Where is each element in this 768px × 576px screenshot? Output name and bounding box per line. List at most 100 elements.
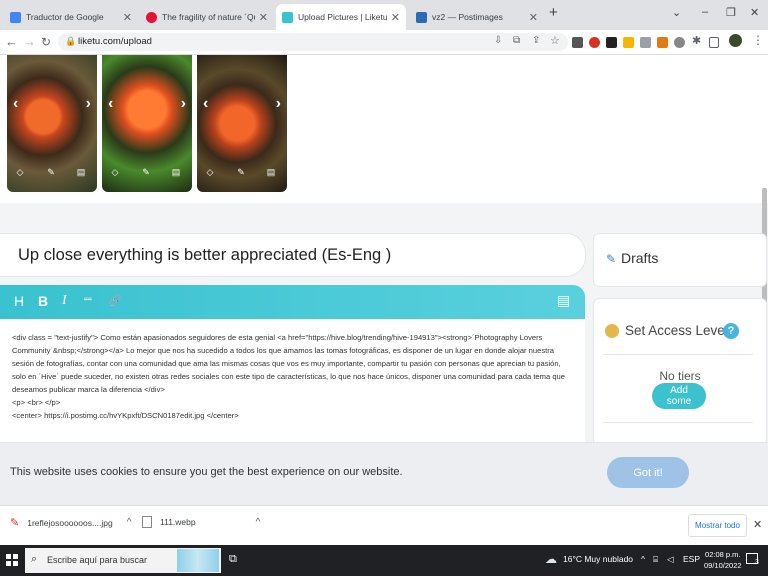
caption-icon[interactable]: ▤ <box>75 166 87 178</box>
drafts-panel[interactable]: ✎ Drafts <box>593 233 767 287</box>
body-line: <center> https://i.postimg.cc/hvYKpxft/D… <box>12 411 239 420</box>
task-view-icon[interactable]: ⧉ <box>229 553 237 566</box>
tab-liketu-upload[interactable]: Upload Pictures | Liketu ✕ <box>276 4 406 30</box>
chevron-up-icon[interactable]: ^ <box>256 517 261 528</box>
post-title-text: Up close everything is better appreciate… <box>18 246 392 264</box>
drafts-label: Drafts <box>621 250 659 266</box>
url-text: liketu.com/upload <box>78 36 152 47</box>
cookie-accept-button[interactable]: Got it! <box>607 457 689 488</box>
chevron-right-icon[interactable]: › <box>276 95 281 113</box>
edit-icon[interactable]: ✎ <box>140 166 152 178</box>
reload-icon[interactable]: ↻ <box>41 34 51 50</box>
edit-icon[interactable]: ✎ <box>235 166 247 178</box>
close-tab-icon[interactable]: ✕ <box>259 11 268 24</box>
close-tab-icon[interactable]: ✕ <box>391 11 400 24</box>
close-tab-icon[interactable]: ✕ <box>529 11 538 24</box>
extension-icon[interactable] <box>640 37 651 48</box>
no-tiers-text: No tiers <box>659 369 701 383</box>
profile-avatar[interactable] <box>729 34 742 47</box>
download-filename: 111.webp <box>160 517 196 527</box>
clock[interactable]: 02:08 p.m. 09/10/2022 <box>704 549 742 571</box>
extension-icon[interactable] <box>572 37 583 48</box>
page-content: ‹ › ◇ ✎ ▤ ‹ › ◇ ✎ ▤ ‹ › ◇ ✎ ▤ Up close e… <box>0 55 768 505</box>
forward-arrow-icon[interactable]: → <box>23 34 36 50</box>
image-file-icon: ✎ <box>10 517 20 529</box>
taskbar-search[interactable]: ⌕ Escribe aquí para buscar <box>25 548 221 573</box>
chevron-right-icon[interactable]: › <box>181 95 186 113</box>
install-icon[interactable]: ⇩ <box>494 35 502 46</box>
notification-count: 3 <box>755 559 759 566</box>
metamask-icon[interactable] <box>657 37 668 48</box>
chevron-right-icon[interactable]: › <box>86 95 91 113</box>
edit-icon[interactable]: ✎ <box>45 166 57 178</box>
chevron-left-icon[interactable]: ‹ <box>13 95 18 113</box>
tag-icon[interactable]: ◇ <box>109 166 121 178</box>
tab-hive-post[interactable]: The fragility of nature ´Quator´ ✕ <box>140 4 274 30</box>
tray-chevron-icon[interactable]: ^ <box>641 554 645 564</box>
close-tab-icon[interactable]: ✕ <box>123 11 132 24</box>
tab-postimages[interactable]: vz2 — Postimages ✕ <box>410 4 544 30</box>
caption-icon[interactable]: ▤ <box>170 166 182 178</box>
network-icon[interactable]: ⌸ <box>653 554 658 565</box>
menu-icon[interactable]: ⋮ <box>752 33 764 47</box>
share-icon[interactable]: ⇪ <box>532 35 540 46</box>
restore-button[interactable]: ❐ <box>726 6 736 19</box>
puzzle-icon[interactable]: ✱ <box>692 34 701 47</box>
tab-title: vz2 — Postimages <box>432 12 503 22</box>
quote-button[interactable]: ““ <box>84 295 92 309</box>
download-filename: 1reflejosoooooos....jpg <box>27 517 113 528</box>
italic-button[interactable]: I <box>62 293 67 309</box>
sidepanel-icon[interactable] <box>709 37 719 48</box>
chevron-left-icon[interactable]: ‹ <box>203 95 208 113</box>
google-translate-icon <box>10 11 21 23</box>
extension-icon[interactable] <box>589 37 600 48</box>
tag-icon[interactable]: ◇ <box>14 166 26 178</box>
windows-start-icon[interactable] <box>6 554 18 566</box>
back-arrow-icon[interactable]: ← <box>5 34 18 50</box>
search-icon: ⌕ <box>31 553 38 565</box>
image-gallery: ‹ › ◇ ✎ ▤ ‹ › ◇ ✎ ▤ ‹ › ◇ ✎ ▤ <box>0 55 768 203</box>
minimize-button[interactable]: – <box>702 6 708 18</box>
close-download-bar-icon[interactable]: ✕ <box>753 518 762 531</box>
image-thumbnail[interactable]: ‹ › ◇ ✎ ▤ <box>102 55 192 192</box>
close-window-button[interactable]: ✕ <box>750 6 759 19</box>
post-title-field[interactable]: Up close everything is better appreciate… <box>0 233 586 277</box>
chevron-left-icon[interactable]: ‹ <box>108 95 113 113</box>
hive-icon <box>146 11 157 23</box>
tag-icon[interactable]: ◇ <box>204 166 216 178</box>
tab-title: Traductor de Google <box>26 12 104 22</box>
chevron-up-icon[interactable]: ^ <box>127 517 132 528</box>
add-tiers-button[interactable]: Add some <box>652 383 706 409</box>
address-bar[interactable]: 🔒 liketu.com/upload ⇩ ⧉ ⇪ ☆ <box>58 33 568 51</box>
link-button[interactable]: 🔗 <box>108 294 122 307</box>
bookmark-star-icon[interactable]: ☆ <box>550 34 560 47</box>
show-all-downloads-button[interactable]: Mostrar todo <box>688 514 747 537</box>
help-icon[interactable]: ? <box>723 323 739 339</box>
preview-button[interactable]: ▤ <box>557 292 570 309</box>
cookie-message: This website uses cookies to ensure you … <box>10 466 403 478</box>
image-thumbnail[interactable]: ‹ › ◇ ✎ ▤ <box>7 55 97 192</box>
extension-icon[interactable] <box>674 37 685 48</box>
tab-title: The fragility of nature ´Quator´ <box>162 12 255 22</box>
download-item[interactable]: ✎ 1reflejosoooooos....jpg ^ <box>10 516 131 529</box>
lock-icon: 🔒 <box>65 36 77 46</box>
download-bar: ✎ 1reflejosoooooos....jpg ^ 111.webp ^ M… <box>0 505 768 546</box>
bold-button[interactable]: B <box>38 293 48 309</box>
body-line: <p> <br> </p> <box>12 398 61 407</box>
tab-search-button[interactable]: ⌄ <box>672 6 681 19</box>
language-indicator[interactable]: ESP <box>683 554 700 564</box>
image-thumbnail[interactable]: ‹ › ◇ ✎ ▤ <box>197 55 287 192</box>
extension-icon[interactable] <box>623 37 634 48</box>
tab-google-translate[interactable]: Traductor de Google ✕ <box>4 4 138 30</box>
weather-text[interactable]: 16°C Muy nublado <box>563 554 633 564</box>
search-placeholder: Escribe aquí para buscar <box>47 555 148 565</box>
heading-button[interactable]: H <box>14 293 24 309</box>
new-tab-button[interactable]: + <box>549 4 558 21</box>
extension-icon[interactable] <box>606 37 617 48</box>
translate-icon[interactable]: ⧉ <box>513 35 520 46</box>
body-line: <div class = "text-justify"> Como están … <box>12 333 565 394</box>
download-item[interactable]: 111.webp ^ <box>142 516 260 528</box>
caption-icon[interactable]: ▤ <box>265 166 277 178</box>
file-icon <box>142 516 152 528</box>
speaker-icon[interactable]: ◁ <box>667 554 674 565</box>
